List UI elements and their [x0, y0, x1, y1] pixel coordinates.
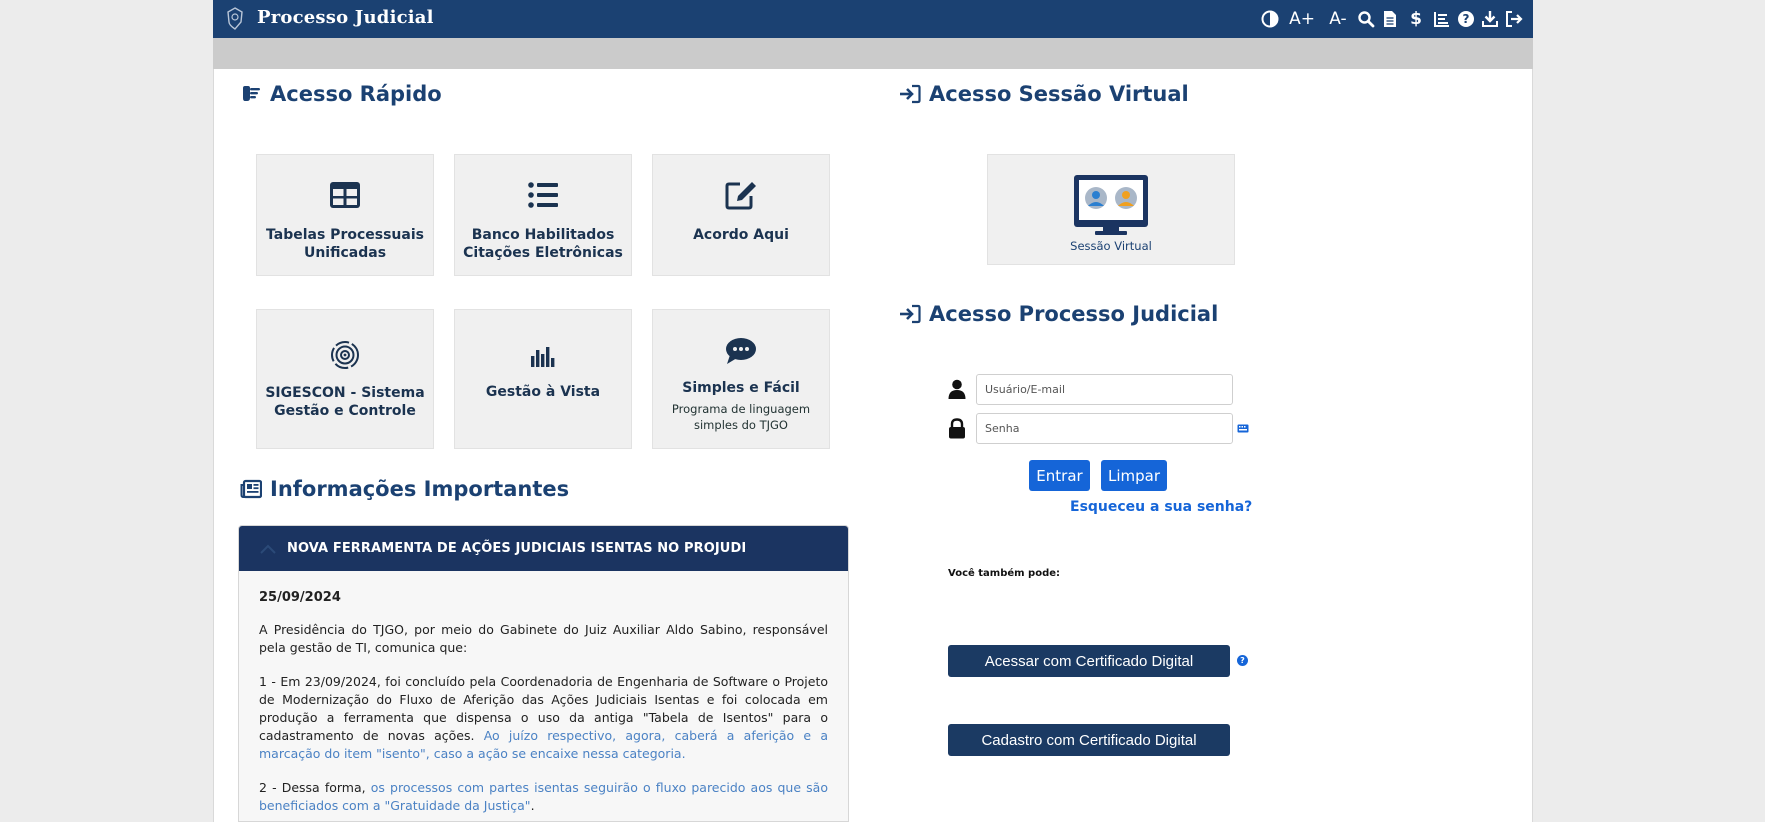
list-icon	[528, 182, 558, 208]
lock-icon	[949, 418, 965, 439]
login-heading: Acesso Processo Judicial	[899, 302, 1218, 326]
news-accordion-header[interactable]: NOVA FERRAMENTA DE AÇÕES JUDICIAIS ISENT…	[239, 526, 848, 571]
certificate-access-button[interactable]: Acessar com Certificado Digital	[948, 645, 1230, 677]
virtual-session-heading: Acesso Sessão Virtual	[899, 82, 1189, 106]
logout-icon[interactable]	[1505, 10, 1523, 28]
news-body: 25/09/2024 A Presidência do TJGO, por me…	[239, 571, 848, 815]
tile-gestao-a-vista[interactable]: Gestão à Vista	[454, 309, 632, 449]
contrast-icon[interactable]	[1261, 10, 1279, 28]
bar-chart-icon	[531, 347, 555, 367]
app-title: Processo Judicial	[257, 7, 434, 28]
news-text: .	[530, 798, 535, 813]
news-paragraph: A Presidência do TJGO, por meio do Gabin…	[259, 622, 828, 655]
help-icon[interactable]: ?	[1457, 10, 1475, 28]
keyboard-icon[interactable]	[1237, 424, 1249, 433]
username-field[interactable]	[976, 374, 1233, 405]
target-icon	[331, 341, 359, 369]
video-conference-icon	[1074, 175, 1148, 235]
font-decrease-button[interactable]: A-	[1329, 6, 1347, 32]
chat-icon	[726, 338, 756, 364]
info-title: Informações Importantes	[270, 477, 570, 501]
login-button[interactable]: Entrar	[1029, 460, 1090, 491]
chevron-up-icon	[260, 544, 276, 554]
bar-chart-icon[interactable]	[1433, 10, 1451, 28]
dollar-button[interactable]: $	[1407, 6, 1425, 32]
help-icon[interactable]: ?	[1237, 655, 1248, 666]
tile-label: Simples e Fácil	[682, 380, 800, 396]
edit-icon	[725, 182, 756, 210]
tile-label: SIGESCON - Sistema Gestão e Controle	[265, 385, 425, 419]
tile-banco-habilitados[interactable]: Banco Habilitados Citações Eletrônicas	[454, 154, 632, 276]
toolbar: A+ A- $ ?	[1261, 6, 1523, 32]
tile-acordo-aqui[interactable]: Acordo Aqui	[652, 154, 830, 276]
download-icon[interactable]	[1481, 10, 1499, 28]
tile-tabelas-processuais[interactable]: Tabelas Processuais Unificadas	[256, 154, 434, 276]
certificate-register-button[interactable]: Cadastro com Certificado Digital	[948, 724, 1230, 756]
virtual-session-tile[interactable]: Sessão Virtual	[987, 154, 1235, 265]
tile-label: Gestão à Vista	[485, 384, 601, 400]
news-date: 25/09/2024	[259, 590, 341, 605]
news-accordion: NOVA FERRAMENTA DE AÇÕES JUDICIAIS ISENT…	[238, 525, 849, 822]
tile-label: Banco Habilitados Citações Eletrônicas	[463, 227, 623, 261]
newspaper-icon	[240, 479, 262, 499]
news-paragraph: 2 - Dessa forma, os processos com partes…	[259, 779, 828, 815]
top-header: Processo Judicial A+ A- $ ?	[213, 0, 1533, 38]
virtual-session-title: Acesso Sessão Virtual	[929, 82, 1189, 106]
quick-access-title: Acesso Rápido	[270, 82, 442, 106]
tile-label: Acordo Aqui	[693, 227, 789, 243]
also-can-label: Você também pode:	[948, 568, 1061, 579]
sign-in-icon	[900, 84, 921, 104]
tile-simples-e-facil[interactable]: Simples e Fácil Programa de linguagem si…	[652, 309, 830, 449]
table-icon	[330, 182, 360, 208]
sub-header-bar	[213, 38, 1533, 69]
tile-label: Tabelas Processuais Unificadas	[266, 227, 424, 261]
password-field[interactable]	[976, 413, 1233, 444]
search-icon[interactable]	[1357, 10, 1375, 28]
sign-in-icon	[900, 304, 921, 324]
forgot-password-link[interactable]: Esqueceu a sua senha?	[1070, 499, 1252, 515]
news-title: NOVA FERRAMENTA DE AÇÕES JUDICIAIS ISENT…	[287, 541, 747, 556]
user-icon	[948, 379, 966, 399]
tile-sigescon[interactable]: SIGESCON - Sistema Gestão e Controle	[256, 309, 434, 449]
virtual-session-label: Sessão Virtual	[1070, 239, 1152, 253]
info-heading: Informações Importantes	[240, 477, 569, 501]
svg-text:?: ?	[1463, 12, 1470, 26]
clear-button[interactable]: Limpar	[1101, 460, 1167, 491]
hand-pointer-icon	[243, 86, 260, 101]
quick-access-heading: Acesso Rápido	[240, 82, 442, 106]
crest-logo-icon	[227, 7, 243, 30]
login-title: Acesso Processo Judicial	[929, 302, 1219, 326]
font-increase-button[interactable]: A+	[1289, 6, 1315, 32]
news-text: 2 - Dessa forma,	[259, 780, 366, 795]
news-paragraph: 1 - Em 23/09/2024, foi concluído pela Co…	[259, 673, 828, 763]
document-icon[interactable]	[1381, 10, 1399, 28]
tile-sublabel: Programa de linguagem simples do TJGO	[671, 402, 811, 432]
